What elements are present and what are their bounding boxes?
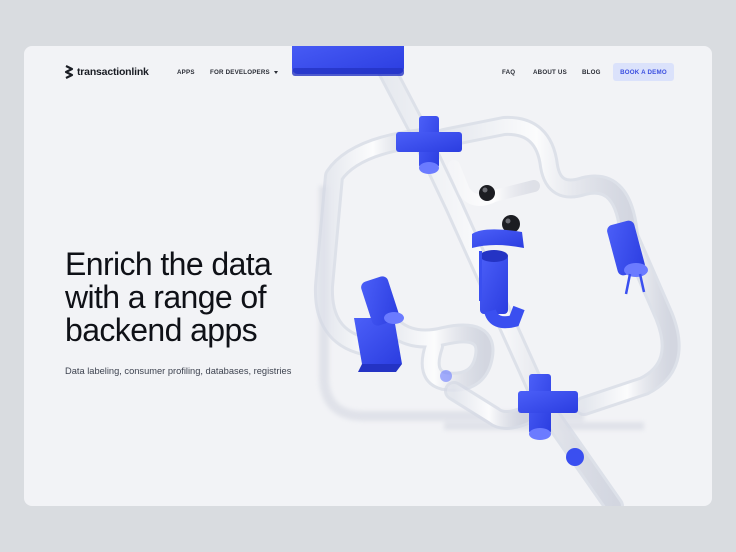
transactionlink-logo-icon: [64, 65, 74, 79]
hero-title-line-3: backend apps: [65, 312, 258, 348]
book-demo-button[interactable]: BOOK A DEMO: [613, 63, 674, 81]
nav-for-developers-label: FOR DEVELOPERS: [210, 69, 270, 76]
nav-faq[interactable]: FAQ: [502, 69, 515, 76]
hero-title-line-2: with a range of: [65, 279, 267, 315]
page-card: transactionlink APPS FOR DEVELOPERS FAQ …: [24, 46, 712, 506]
chevron-down-icon: [273, 70, 278, 74]
hero-subtitle: Data labeling, consumer profiling, datab…: [65, 366, 292, 376]
nav-apps[interactable]: APPS: [177, 69, 195, 76]
brand-name: transactionlink: [77, 66, 149, 78]
brand-logo[interactable]: transactionlink: [64, 65, 149, 79]
nav-for-developers[interactable]: FOR DEVELOPERS: [210, 69, 278, 76]
hero-title-line-1: Enrich the data: [65, 246, 272, 282]
nav-blog[interactable]: BLOG: [582, 69, 601, 76]
hero-title: Enrich the data with a range of backend …: [65, 248, 335, 347]
top-nav: transactionlink APPS FOR DEVELOPERS FAQ …: [24, 46, 712, 98]
nav-about-us[interactable]: ABOUT US: [533, 69, 567, 76]
